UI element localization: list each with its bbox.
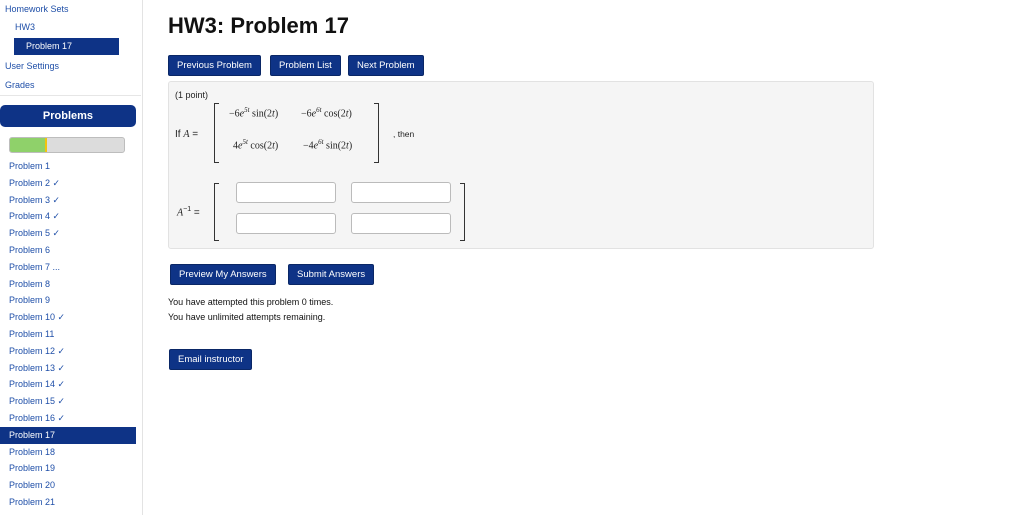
sidebar-problem-item[interactable]: Problem 11 (0, 326, 141, 343)
problem-body: (1 point) If A = −6e5t sin(2t) −6e6t cos… (168, 81, 874, 249)
answer-input-r1c1[interactable] (236, 182, 336, 203)
preview-answers-button[interactable]: Preview My Answers (170, 264, 276, 285)
submit-answers-button[interactable]: Submit Answers (288, 264, 375, 285)
sidebar-problem-item[interactable]: Problem 10 ✓ (0, 309, 141, 326)
remaining-attempts-message: You have unlimited attempts remaining. (168, 312, 326, 322)
answer-input-r2c2[interactable] (351, 213, 451, 234)
answer-input-r1c2[interactable] (351, 182, 451, 203)
matrix-right-bracket (374, 103, 379, 163)
progress-bar (9, 137, 125, 153)
nav-divider (0, 95, 141, 96)
problems-header: Problems (0, 105, 136, 127)
matrix-cell-r1c2: −6e6t cos(2t) (301, 106, 352, 120)
sidebar-problem-item[interactable]: Problem 15 ✓ (0, 393, 141, 410)
answer-left-bracket (214, 183, 219, 241)
matrix-left-bracket (214, 103, 219, 163)
then-text: , then (393, 129, 415, 139)
sidebar-problem-item[interactable]: Problem 14 ✓ (0, 376, 141, 393)
sidebar-problem-item[interactable]: Problem 2 ✓ (0, 175, 141, 192)
homework-sets-link[interactable]: Homework Sets (5, 4, 69, 14)
sidebar-problem-item[interactable]: Problem 3 ✓ (0, 192, 141, 209)
answer-input-r2c1[interactable] (236, 213, 336, 234)
page-title: HW3: Problem 17 (168, 13, 349, 38)
sidebar-problem-item[interactable]: Problem 5 ✓ (0, 225, 141, 242)
current-problem-link[interactable]: Problem 17 (14, 38, 119, 55)
sidebar: Homework Sets HW3 Problem 17 User Settin… (0, 0, 143, 515)
email-instructor-button[interactable]: Email instructor (169, 349, 253, 370)
matrix-cell-r1c1: −6e5t sin(2t) (229, 106, 279, 120)
sidebar-problem-item[interactable]: Problem 1 (0, 158, 141, 175)
points-label: (1 point) (175, 90, 209, 100)
matrix-lhs: If A = (175, 129, 198, 140)
sidebar-problem-item[interactable]: Problem 17 (0, 426, 136, 444)
sidebar-problem-item[interactable]: Problem 6 (0, 242, 141, 259)
problem-list: Problem 1 Problem 2 ✓ Problem 3 ✓ Problem 4… (0, 158, 141, 511)
sidebar-problem-item[interactable]: Problem 7 ... (0, 259, 141, 276)
attempts-message: You have attempted this problem 0 times. (168, 297, 334, 307)
sidebar-problem-item[interactable]: Problem 12 ✓ (0, 343, 141, 360)
answer-right-bracket (460, 183, 465, 241)
inverse-exponent: −1 (183, 206, 192, 213)
problem-list-button[interactable]: Problem List (270, 55, 341, 76)
inverse-equals-sign: = (191, 207, 200, 219)
next-problem-button[interactable]: Next Problem (348, 55, 424, 76)
matrix-cell-r2c2: −4e6t sin(2t) (303, 138, 353, 152)
previous-problem-button[interactable]: Previous Problem (168, 55, 261, 76)
sidebar-problem-item[interactable]: Problem 9 (0, 292, 141, 309)
set-link-hw3[interactable]: HW3 (15, 22, 35, 32)
sidebar-problem-item[interactable]: Problem 20 (0, 477, 141, 494)
sidebar-problem-item[interactable]: Problem 13 ✓ (0, 360, 141, 377)
sidebar-problem-item[interactable]: Problem 16 ✓ (0, 410, 141, 427)
sidebar-problem-item[interactable]: Problem 19 (0, 460, 141, 477)
inverse-lhs: A−1 = (177, 206, 200, 218)
grades-link[interactable]: Grades (5, 80, 35, 90)
equals-sign: = (189, 129, 199, 140)
matrix-cell-r2c1: 4e5t cos(2t) (233, 138, 279, 152)
sidebar-problem-item[interactable]: Problem 4 ✓ (0, 208, 141, 225)
sidebar-problem-item[interactable]: Problem 8 (0, 276, 141, 293)
progress-bar-fill (10, 138, 48, 152)
sidebar-problem-item[interactable]: Problem 21 (0, 494, 141, 511)
user-settings-link[interactable]: User Settings (5, 61, 59, 71)
sidebar-problem-item[interactable]: Problem 18 (0, 444, 141, 461)
